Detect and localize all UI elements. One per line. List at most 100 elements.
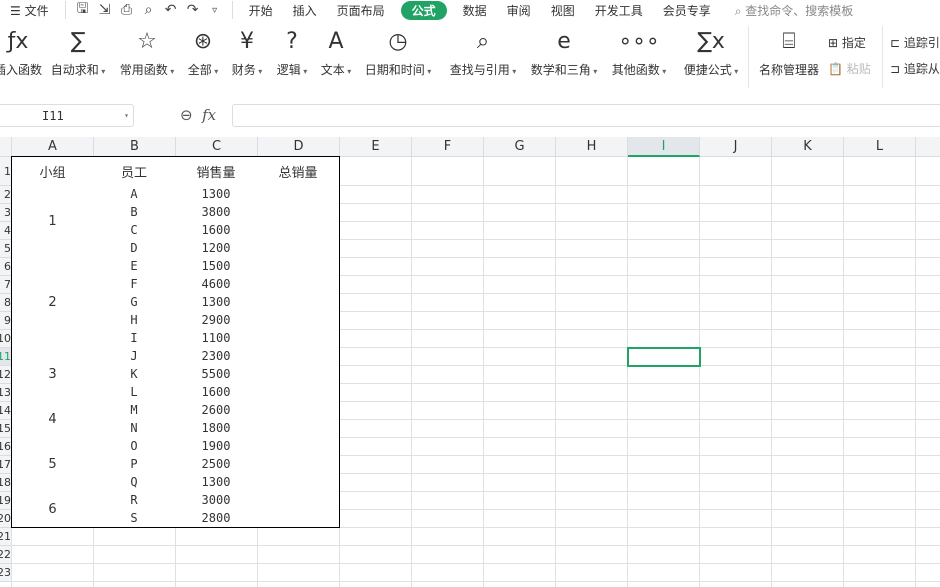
fx-icon[interactable]: fx — [202, 106, 216, 124]
column-header-L[interactable]: L — [844, 137, 916, 157]
column-header-M[interactable] — [916, 137, 940, 157]
employee-cell[interactable]: D — [93, 239, 176, 258]
total-sales-cell[interactable] — [257, 401, 340, 438]
sales-cell[interactable]: 2800 — [175, 509, 258, 528]
total-sales-cell[interactable] — [257, 185, 340, 258]
redo-icon[interactable]: ↷ — [182, 2, 204, 18]
employee-cell[interactable]: S — [93, 509, 176, 528]
sales-cell[interactable]: 1800 — [175, 419, 258, 438]
print-preview-icon[interactable]: ⌕ — [138, 2, 160, 18]
employee-cell[interactable]: C — [93, 221, 176, 240]
sales-cell[interactable]: 1200 — [175, 239, 258, 258]
employee-cell[interactable]: J — [93, 347, 176, 366]
header-cell[interactable]: 总销量 — [257, 156, 340, 186]
sales-cell[interactable]: 1300 — [175, 185, 258, 204]
tab-7[interactable]: 开发工具 — [585, 2, 653, 19]
ribbon-button-12[interactable]: ⌸ 名称管理器 — [749, 26, 829, 78]
trace-precedents-button[interactable]: ⊏ 追踪引 — [890, 34, 940, 51]
column-header-B[interactable]: B — [94, 137, 176, 157]
search-commands[interactable]: ⌕ 查找命令、搜索模板 — [735, 2, 854, 19]
employee-cell[interactable]: R — [93, 491, 176, 510]
employee-cell[interactable]: I — [93, 329, 176, 348]
group-cell[interactable]: 1 — [11, 185, 94, 258]
column-header-I[interactable]: I — [628, 137, 700, 157]
name-box[interactable]: I11 ▾ — [0, 104, 134, 127]
total-sales-cell[interactable] — [257, 437, 340, 492]
trace-dependents-button[interactable]: ⊐ 追踪从 — [890, 60, 940, 77]
tab-4[interactable]: 数据 — [453, 2, 497, 19]
formula-input[interactable] — [232, 104, 940, 127]
sales-cell[interactable]: 2300 — [175, 347, 258, 366]
column-header-H[interactable]: H — [556, 137, 628, 157]
sales-cell[interactable]: 1600 — [175, 383, 258, 402]
ribbon-button-10[interactable]: ∘∘∘ 其他函数 ▾ — [599, 26, 679, 78]
group-cell[interactable]: 2 — [11, 257, 94, 348]
employee-cell[interactable]: F — [93, 275, 176, 294]
sales-cell[interactable]: 5500 — [175, 365, 258, 384]
header-cell[interactable]: 销售量 — [175, 156, 258, 186]
select-all-corner[interactable] — [0, 137, 12, 157]
sales-cell[interactable]: 2900 — [175, 311, 258, 330]
column-header-F[interactable]: F — [412, 137, 484, 157]
employee-cell[interactable]: H — [93, 311, 176, 330]
sales-cell[interactable]: 1100 — [175, 329, 258, 348]
zoom-icon[interactable]: ⊖ — [180, 106, 193, 124]
sales-cell[interactable]: 1300 — [175, 473, 258, 492]
ribbon-button-9[interactable]: e 数学和三角 ▾ — [524, 26, 604, 78]
assign-name-button[interactable]: ⊞ 指定 — [828, 34, 866, 51]
ribbon-button-11[interactable]: ∑x 便捷公式 ▾ — [671, 26, 751, 78]
total-sales-cell[interactable] — [257, 347, 340, 402]
column-header-K[interactable]: K — [772, 137, 844, 157]
chevron-down-icon[interactable]: ▾ — [124, 105, 129, 127]
customize-chevron-icon[interactable]: ▿ — [204, 5, 226, 16]
employee-cell[interactable]: N — [93, 419, 176, 438]
tab-5[interactable]: 审阅 — [497, 2, 541, 19]
header-cell[interactable]: 小组 — [11, 156, 94, 186]
employee-cell[interactable]: A — [93, 185, 176, 204]
sales-cell[interactable]: 1500 — [175, 257, 258, 276]
group-cell[interactable]: 3 — [11, 347, 94, 402]
header-cell[interactable]: 员工 — [93, 156, 176, 186]
employee-cell[interactable]: E — [93, 257, 176, 276]
employee-cell[interactable]: L — [93, 383, 176, 402]
column-header-G[interactable]: G — [484, 137, 556, 157]
ribbon-button-8[interactable]: ⌕ 查找与引用 ▾ — [443, 26, 523, 78]
tab-0[interactable]: 开始 — [239, 2, 283, 19]
group-cell[interactable]: 5 — [11, 437, 94, 492]
employee-cell[interactable]: Q — [93, 473, 176, 492]
file-menu[interactable]: ☰ 文件 — [0, 2, 59, 19]
column-header-E[interactable]: E — [340, 137, 412, 157]
sales-cell[interactable]: 3000 — [175, 491, 258, 510]
export-icon[interactable]: ⇲ — [94, 2, 116, 18]
column-header-A[interactable]: A — [12, 137, 94, 157]
sales-cell[interactable]: 1300 — [175, 293, 258, 312]
tab-6[interactable]: 视图 — [541, 2, 585, 19]
group-cell[interactable]: 6 — [11, 491, 94, 528]
column-header-D[interactable]: D — [258, 137, 340, 157]
group-cell[interactable]: 4 — [11, 401, 94, 438]
undo-icon[interactable]: ↶ — [160, 2, 182, 18]
save-icon[interactable]: 🖫 — [72, 0, 94, 22]
total-sales-cell[interactable] — [257, 257, 340, 348]
sales-cell[interactable]: 2500 — [175, 455, 258, 474]
employee-cell[interactable]: M — [93, 401, 176, 420]
column-header-C[interactable]: C — [176, 137, 258, 157]
sales-cell[interactable]: 2600 — [175, 401, 258, 420]
tab-8[interactable]: 会员专享 — [653, 2, 721, 19]
tab-1[interactable]: 插入 — [283, 2, 327, 19]
employee-cell[interactable]: K — [93, 365, 176, 384]
total-sales-cell[interactable] — [257, 491, 340, 528]
tab-2[interactable]: 页面布局 — [327, 2, 395, 19]
column-header-J[interactable]: J — [700, 137, 772, 157]
paste-name-button[interactable]: 📋 粘贴 — [828, 60, 871, 77]
ribbon-button-7[interactable]: ◷ 日期和时间 ▾ — [358, 26, 438, 78]
sales-cell[interactable]: 1600 — [175, 221, 258, 240]
employee-cell[interactable]: B — [93, 203, 176, 222]
employee-cell[interactable]: O — [93, 437, 176, 456]
sales-cell[interactable]: 4600 — [175, 275, 258, 294]
employee-cell[interactable]: G — [93, 293, 176, 312]
selected-cell-I11[interactable] — [627, 347, 701, 367]
sales-cell[interactable]: 1900 — [175, 437, 258, 456]
employee-cell[interactable]: P — [93, 455, 176, 474]
print-icon[interactable]: ⎙ — [116, 2, 138, 18]
